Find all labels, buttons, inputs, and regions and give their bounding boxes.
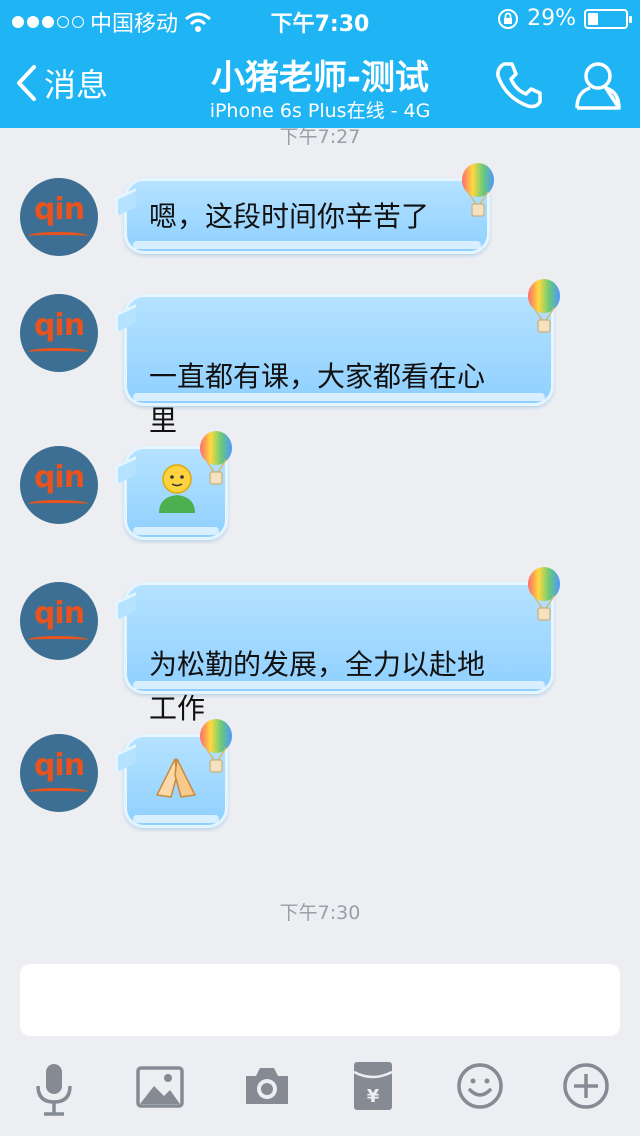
message-text: 一直都有课，大家都看在心 里 bbox=[149, 360, 486, 437]
message-bubble[interactable]: 为松勤的发展，全力以赴地 工作 bbox=[124, 582, 554, 725]
message-bubble[interactable]: 一直都有课，大家都看在心 里 bbox=[124, 294, 554, 437]
pray-hands-emoji-icon bbox=[156, 758, 196, 798]
phone-icon[interactable] bbox=[492, 58, 546, 112]
nav-bar: 消息 小猪老师-测试 iPhone 6s Plus在线 - 4G bbox=[0, 40, 640, 128]
avatar[interactable]: qin bbox=[20, 446, 98, 524]
balloon-icon bbox=[528, 567, 560, 621]
plus-icon[interactable] bbox=[562, 1062, 610, 1110]
balloon-icon bbox=[200, 431, 232, 485]
message-text: 为松勤的发展，全力以赴地 工作 bbox=[149, 648, 486, 725]
camera-icon[interactable] bbox=[242, 1064, 292, 1108]
balloon-icon bbox=[462, 163, 494, 217]
image-icon[interactable] bbox=[136, 1066, 184, 1108]
balloon-icon bbox=[200, 719, 232, 773]
profile-icon[interactable] bbox=[572, 58, 624, 112]
timestamp: 下午7:30 bbox=[279, 902, 361, 924]
microphone-icon[interactable] bbox=[30, 1062, 78, 1118]
avatar[interactable]: qin bbox=[20, 178, 98, 256]
emoji-icon[interactable] bbox=[456, 1062, 504, 1110]
battery-percent: 29% bbox=[527, 6, 576, 31]
avatar[interactable]: qin bbox=[20, 294, 98, 372]
status-right: 29% bbox=[497, 6, 632, 31]
rotation-lock-icon bbox=[498, 8, 519, 29]
message-input[interactable] bbox=[20, 964, 620, 1036]
balloon-icon bbox=[528, 279, 560, 333]
person-emoji-icon bbox=[159, 464, 195, 513]
red-packet-icon[interactable]: ¥ bbox=[352, 1060, 394, 1112]
status-bar: 中国移动 下午7:30 29% bbox=[0, 0, 640, 40]
toolbar: ¥ bbox=[0, 1050, 640, 1136]
message-bubble[interactable]: 嗯，这段时间你辛苦了 bbox=[124, 178, 490, 254]
svg-text:¥: ¥ bbox=[367, 1086, 380, 1107]
avatar[interactable]: qin bbox=[20, 582, 98, 660]
message-text: 嗯，这段时间你辛苦了 bbox=[149, 200, 430, 233]
timestamp: 下午7:27 bbox=[279, 126, 361, 148]
header: 中国移动 下午7:30 29% 消息 小猪老师-测试 iPhone 6s Plu… bbox=[0, 0, 640, 128]
avatar[interactable]: qin bbox=[20, 734, 98, 812]
battery-icon bbox=[584, 8, 632, 29]
